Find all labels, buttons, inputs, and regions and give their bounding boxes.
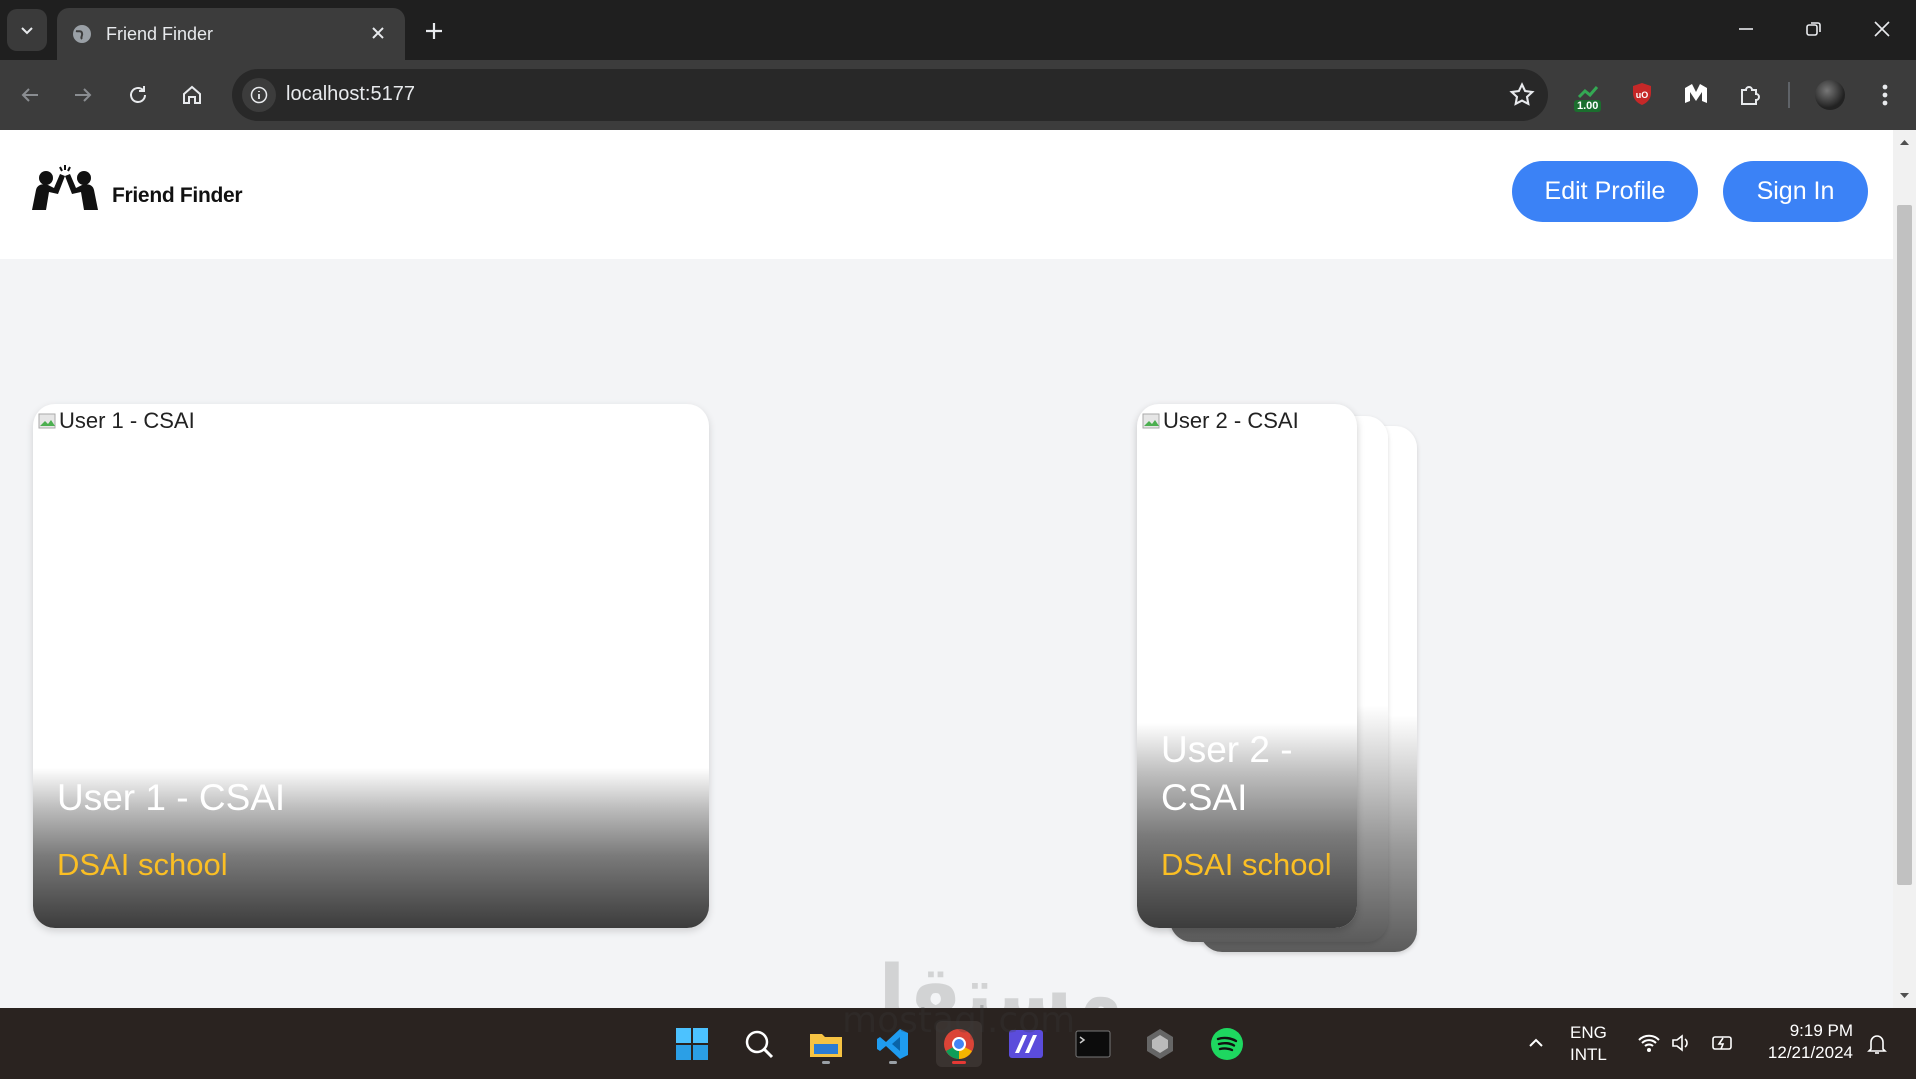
close-window-button[interactable] (1866, 13, 1898, 45)
wifi-icon[interactable] (1637, 1032, 1661, 1054)
home-icon (183, 85, 201, 104)
globe-icon (73, 25, 91, 43)
arrow-left-icon (21, 88, 38, 102)
restore-button[interactable] (1798, 13, 1830, 45)
taskbar-spotify[interactable] (1204, 1021, 1250, 1067)
windows-start-icon (676, 1028, 708, 1060)
new-tab-icon[interactable] (420, 17, 448, 45)
chevron-up-icon[interactable] (1526, 1033, 1546, 1053)
site-info-button[interactable] (242, 78, 276, 112)
info-icon (250, 86, 268, 104)
extensions-menu-button[interactable] (1730, 74, 1770, 114)
edit-profile-button[interactable]: Edit Profile (1512, 161, 1698, 222)
running-indicator (889, 1061, 897, 1064)
friend-finder-logo[interactable]: Friend Finder (22, 164, 262, 214)
close-tab-icon[interactable] (367, 22, 389, 44)
user-photo-broken: User 1 - CSAI (37, 408, 195, 434)
file-explorer-icon (810, 1034, 842, 1057)
restore-icon (1806, 22, 1821, 36)
minimize-icon (1739, 28, 1753, 30)
user-photo-alt-text: User 1 - CSAI (59, 408, 195, 433)
toolbar-separator (1788, 82, 1790, 108)
taskbar-unity[interactable] (1137, 1021, 1183, 1067)
close-icon (1874, 21, 1890, 37)
card-user-school: DSAI school (1161, 847, 1332, 882)
extension-ublock[interactable]: uO (1622, 74, 1662, 114)
ublock-shield-icon: uO (1633, 83, 1651, 105)
clock-time: 9:19 PM (1789, 1021, 1853, 1040)
unity-icon (1147, 1029, 1173, 1059)
user-photo-broken: User 2 - CSAI (1141, 408, 1299, 434)
more-vert-icon[interactable] (1870, 80, 1900, 110)
page-viewport: Friend Finder Edit Profile Sign In User … (0, 130, 1893, 1008)
extension-price-tracker[interactable]: 1.00 (1568, 74, 1608, 114)
arrow-right-icon (75, 88, 92, 102)
watermark-url: mostaql.com (842, 1000, 1076, 1041)
active-indicator (952, 1061, 966, 1064)
user-card[interactable]: User 1 - CSAI User 1 - CSAI DSAI school (33, 404, 709, 928)
logo-text: Friend Finder (112, 184, 243, 207)
volume-icon[interactable] (1670, 1032, 1692, 1054)
taskbar-start[interactable] (669, 1021, 715, 1067)
clock-date: 12/21/2024 (1767, 1043, 1853, 1062)
broken-image-icon (1142, 413, 1160, 429)
profile-avatar[interactable] (1815, 80, 1845, 110)
terminal-icon (1075, 1030, 1111, 1058)
app-header: Friend Finder Edit Profile Sign In (0, 130, 1893, 259)
extension-malwarebytes[interactable] (1676, 74, 1716, 114)
bookmark-star-icon[interactable] (1508, 81, 1536, 109)
keyboard-layout: INTL (1570, 1045, 1607, 1064)
tab-search-button[interactable] (7, 9, 47, 51)
address-bar[interactable]: localhost:5177 (232, 69, 1548, 121)
browser-tab-strip: Friend Finder (0, 0, 1916, 60)
forward-button[interactable] (65, 77, 101, 113)
home-button[interactable] (174, 77, 210, 113)
scroll-thumb[interactable] (1897, 205, 1912, 885)
extension-badge: 1.00 (1574, 100, 1602, 112)
malwarebytes-icon (1685, 84, 1707, 103)
language-indicator[interactable]: ENG INTL (1570, 1022, 1607, 1066)
search-icon (745, 1030, 774, 1059)
back-button[interactable] (12, 77, 48, 113)
url-text[interactable]: localhost:5177 (286, 83, 415, 106)
spotify-icon (1211, 1028, 1243, 1060)
sign-in-button[interactable]: Sign In (1723, 161, 1868, 222)
notification-bell-icon[interactable] (1866, 1032, 1888, 1056)
scroll-down-icon[interactable] (1897, 988, 1912, 1003)
tab-title: Friend Finder (106, 23, 214, 44)
scroll-up-icon[interactable] (1897, 135, 1912, 150)
user-photo-alt-text: User 2 - CSAI (1163, 408, 1299, 433)
card-user-name: User 1 - CSAI (57, 777, 286, 818)
card-user-school: DSAI school (57, 847, 228, 882)
browser-tab-active[interactable]: Friend Finder (57, 8, 405, 60)
browser-toolbar: localhost:5177 1.00 uO (0, 60, 1916, 130)
page-scrollbar[interactable] (1893, 130, 1916, 1008)
chevron-down-icon (21, 27, 33, 35)
windows-taskbar: mostaql.com ENG INTL 9:19 PM 12/21/2024 (0, 1000, 1916, 1079)
puzzle-icon (1741, 86, 1760, 105)
user-card[interactable]: User 2 - CSAI User 2 - CSAI DSAI school (1137, 404, 1357, 928)
battery-charging-icon[interactable] (1710, 1030, 1736, 1056)
taskbar-terminal[interactable] (1070, 1021, 1116, 1067)
system-clock[interactable]: 9:19 PM 12/21/2024 (1757, 1020, 1853, 1064)
language-code: ENG (1570, 1023, 1607, 1042)
card-user-name: User 2 - CSAI (1161, 729, 1293, 818)
running-indicator (822, 1061, 830, 1064)
high-five-logo-icon (32, 165, 98, 210)
minimize-button[interactable] (1730, 13, 1762, 45)
svg-text:uO: uO (1636, 90, 1649, 100)
reload-button[interactable] (120, 77, 156, 113)
reload-icon (130, 86, 146, 103)
broken-image-icon (38, 413, 56, 429)
taskbar-search[interactable] (736, 1021, 782, 1067)
